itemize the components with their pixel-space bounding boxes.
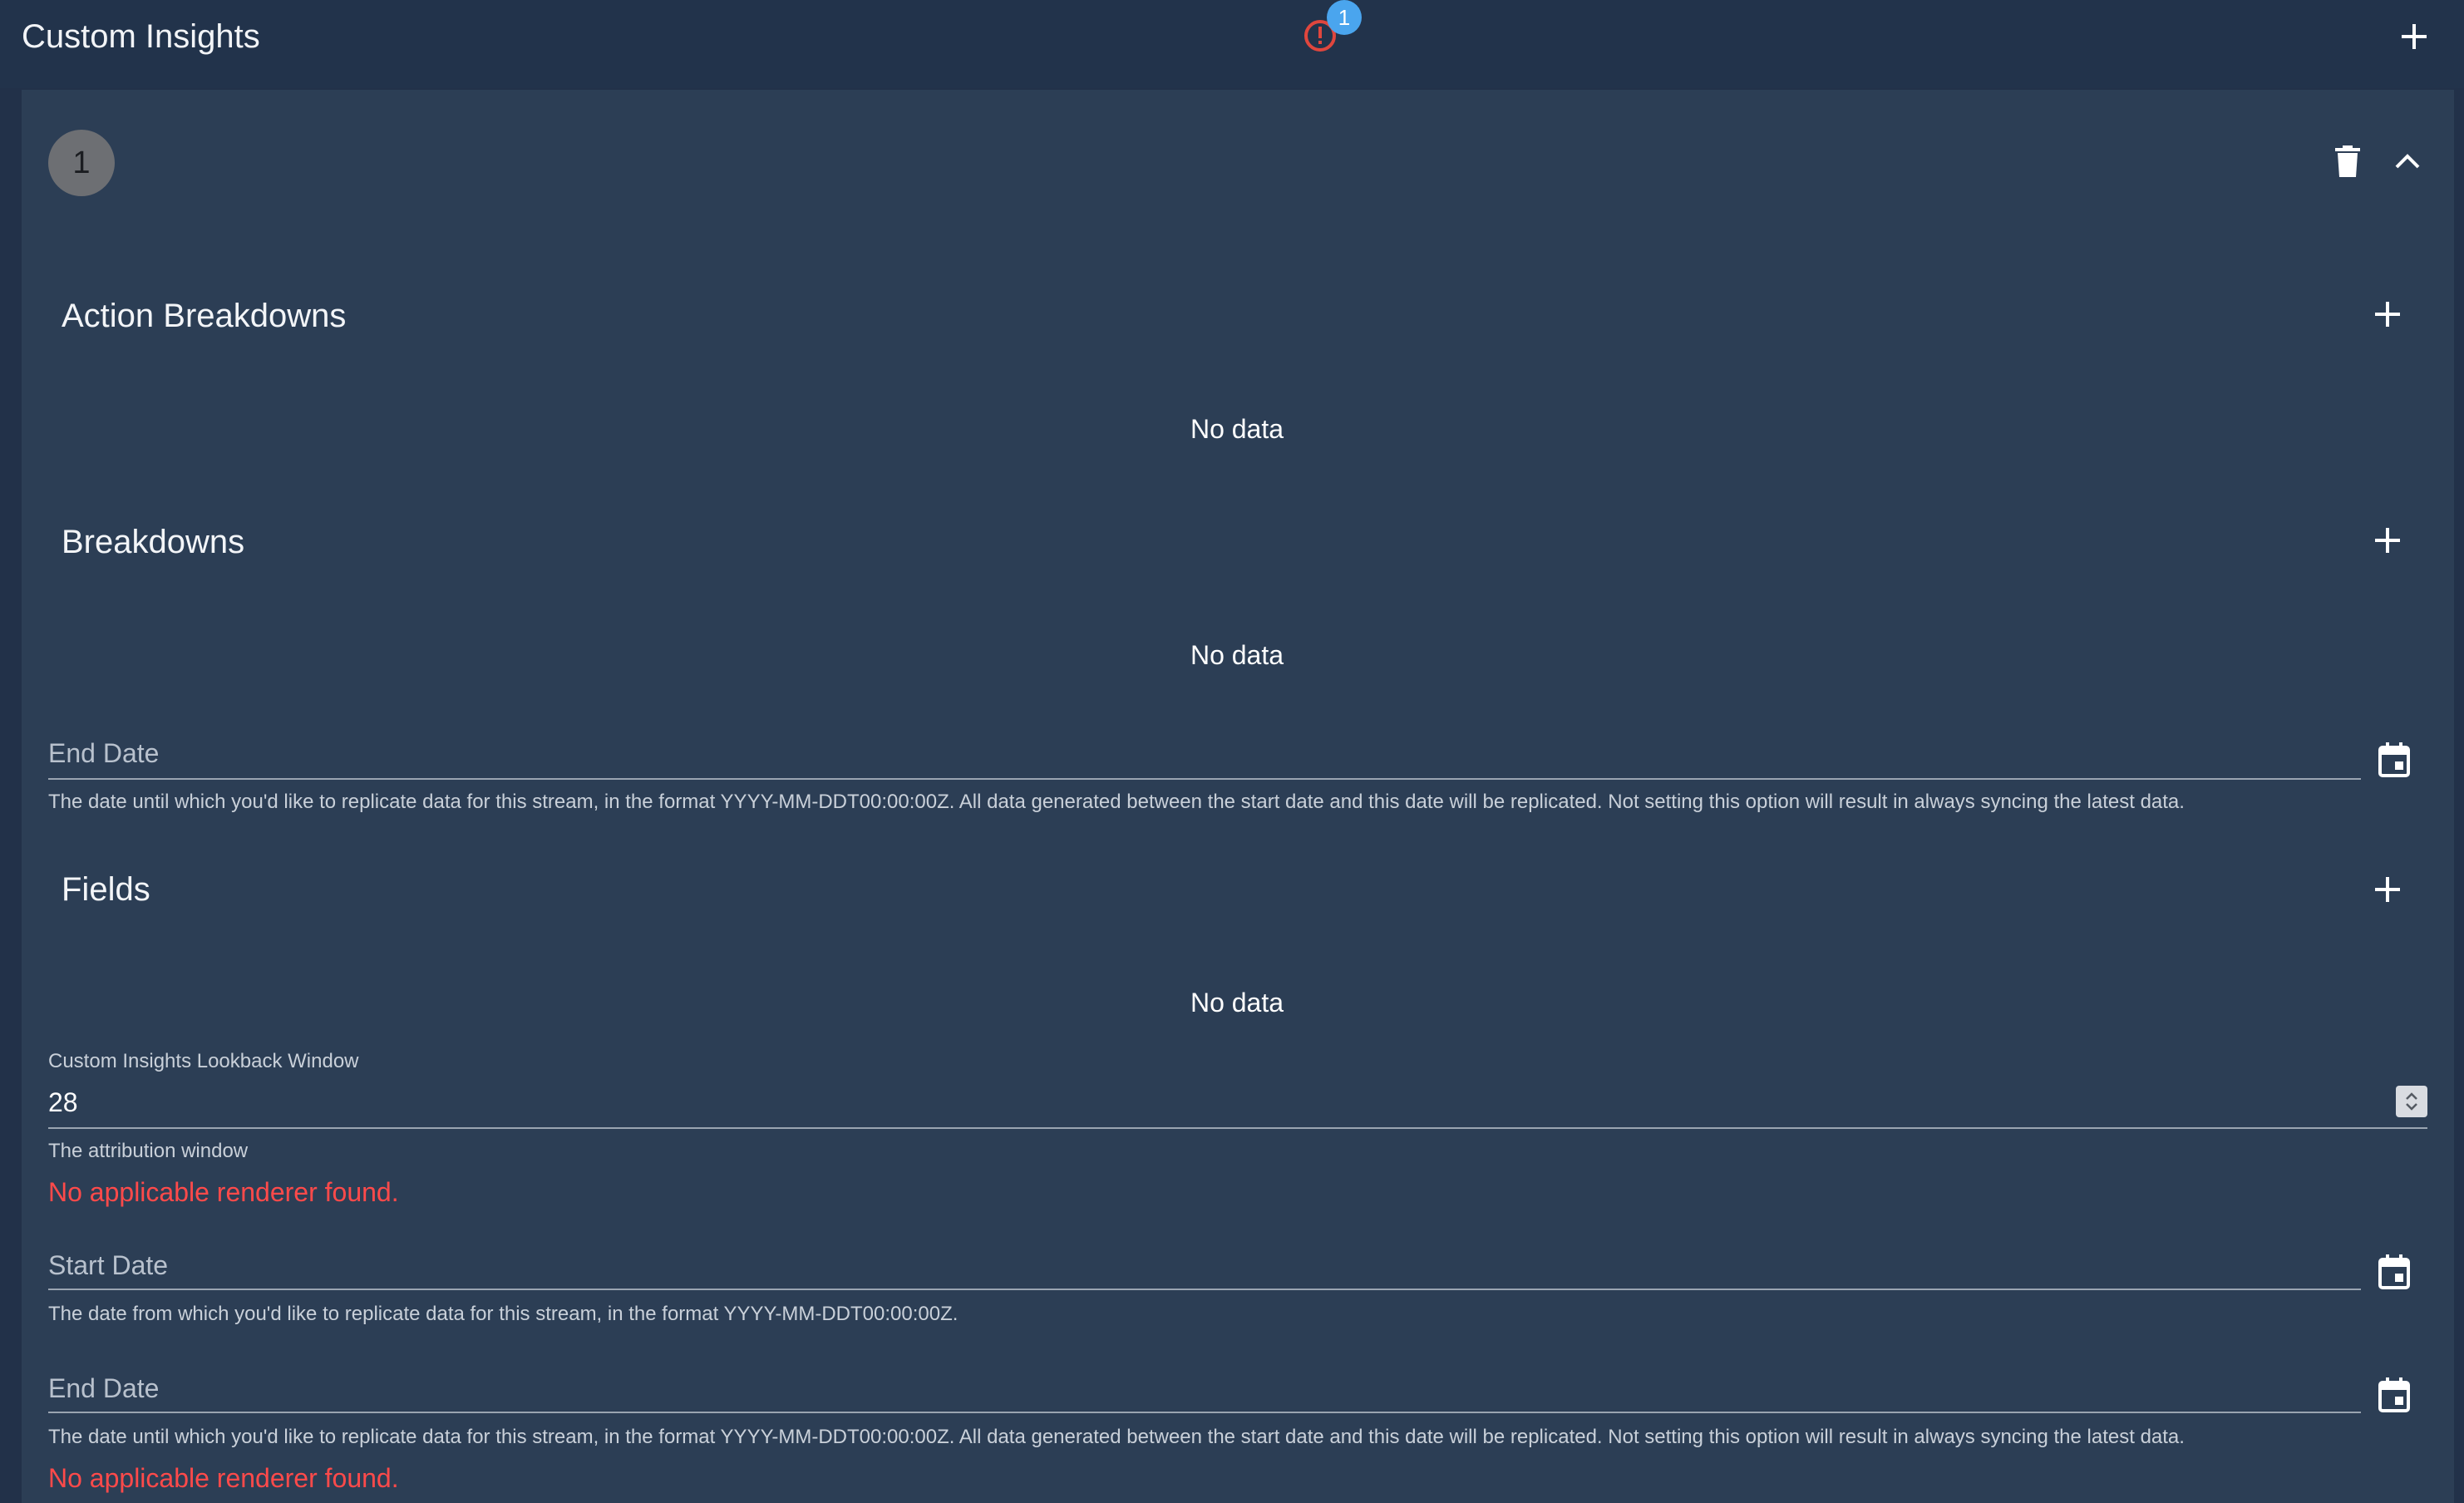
fields-empty: No data xyxy=(1190,988,1284,1018)
end-date-underline xyxy=(48,778,2361,780)
renderer-error-message: No applicable renderer found. xyxy=(48,1463,399,1493)
item-index-avatar: 1 xyxy=(48,130,115,196)
plus-icon xyxy=(2375,302,2400,327)
plus-icon xyxy=(2402,24,2427,49)
add-field-button[interactable] xyxy=(2363,865,2412,914)
start-date-field[interactable]: Start Date xyxy=(48,1247,168,1284)
lookback-window-input[interactable]: 28 xyxy=(48,1084,78,1121)
section-title-action-breakdowns: Action Breakdowns xyxy=(62,298,347,334)
collapse-button[interactable] xyxy=(2383,136,2432,186)
number-stepper[interactable] xyxy=(2396,1086,2427,1117)
calendar-button[interactable] xyxy=(2369,1370,2419,1420)
trash-icon xyxy=(2335,145,2360,177)
end-date-field[interactable]: End Date xyxy=(48,735,159,771)
start-date-helper: The date from which you'd like to replic… xyxy=(48,1303,958,1325)
page-title: Custom Insights xyxy=(22,18,260,55)
notification-badge: 1 xyxy=(1327,0,1362,35)
plus-icon xyxy=(2375,877,2400,902)
calendar-button[interactable] xyxy=(2369,735,2419,785)
action-breakdowns-empty: No data xyxy=(1190,414,1284,444)
lookback-window-helper: The attribution window xyxy=(48,1140,249,1162)
chevron-up-icon xyxy=(2395,154,2420,169)
section-title-fields: Fields xyxy=(62,871,150,908)
section-title-breakdowns: Breakdowns xyxy=(62,524,245,560)
calendar-icon xyxy=(2378,1254,2410,1289)
calendar-button[interactable] xyxy=(2369,1247,2419,1297)
lookback-window-underline xyxy=(48,1127,2427,1129)
end-date-helper: The date until which you'd like to repli… xyxy=(48,1426,2185,1448)
calendar-icon xyxy=(2378,742,2410,777)
add-action-breakdown-button[interactable] xyxy=(2363,289,2412,339)
lookback-window-label: Custom Insights Lookback Window xyxy=(48,1050,359,1072)
add-breakdown-button[interactable] xyxy=(2363,515,2412,565)
add-insight-button[interactable] xyxy=(2389,12,2439,62)
end-date-helper: The date until which you'd like to repli… xyxy=(48,791,2185,813)
plus-icon xyxy=(2375,528,2400,553)
renderer-error-message: No applicable renderer found. xyxy=(48,1177,399,1207)
calendar-icon xyxy=(2378,1377,2410,1412)
delete-button[interactable] xyxy=(2323,136,2373,186)
stepper-arrows-icon xyxy=(2406,1092,2417,1111)
end-date-field[interactable]: End Date xyxy=(48,1370,159,1407)
top-bar: Custom Insights 1 xyxy=(0,0,2464,88)
end-date-underline xyxy=(48,1412,2361,1413)
start-date-underline xyxy=(48,1289,2361,1290)
breakdowns-empty: No data xyxy=(1190,640,1284,670)
